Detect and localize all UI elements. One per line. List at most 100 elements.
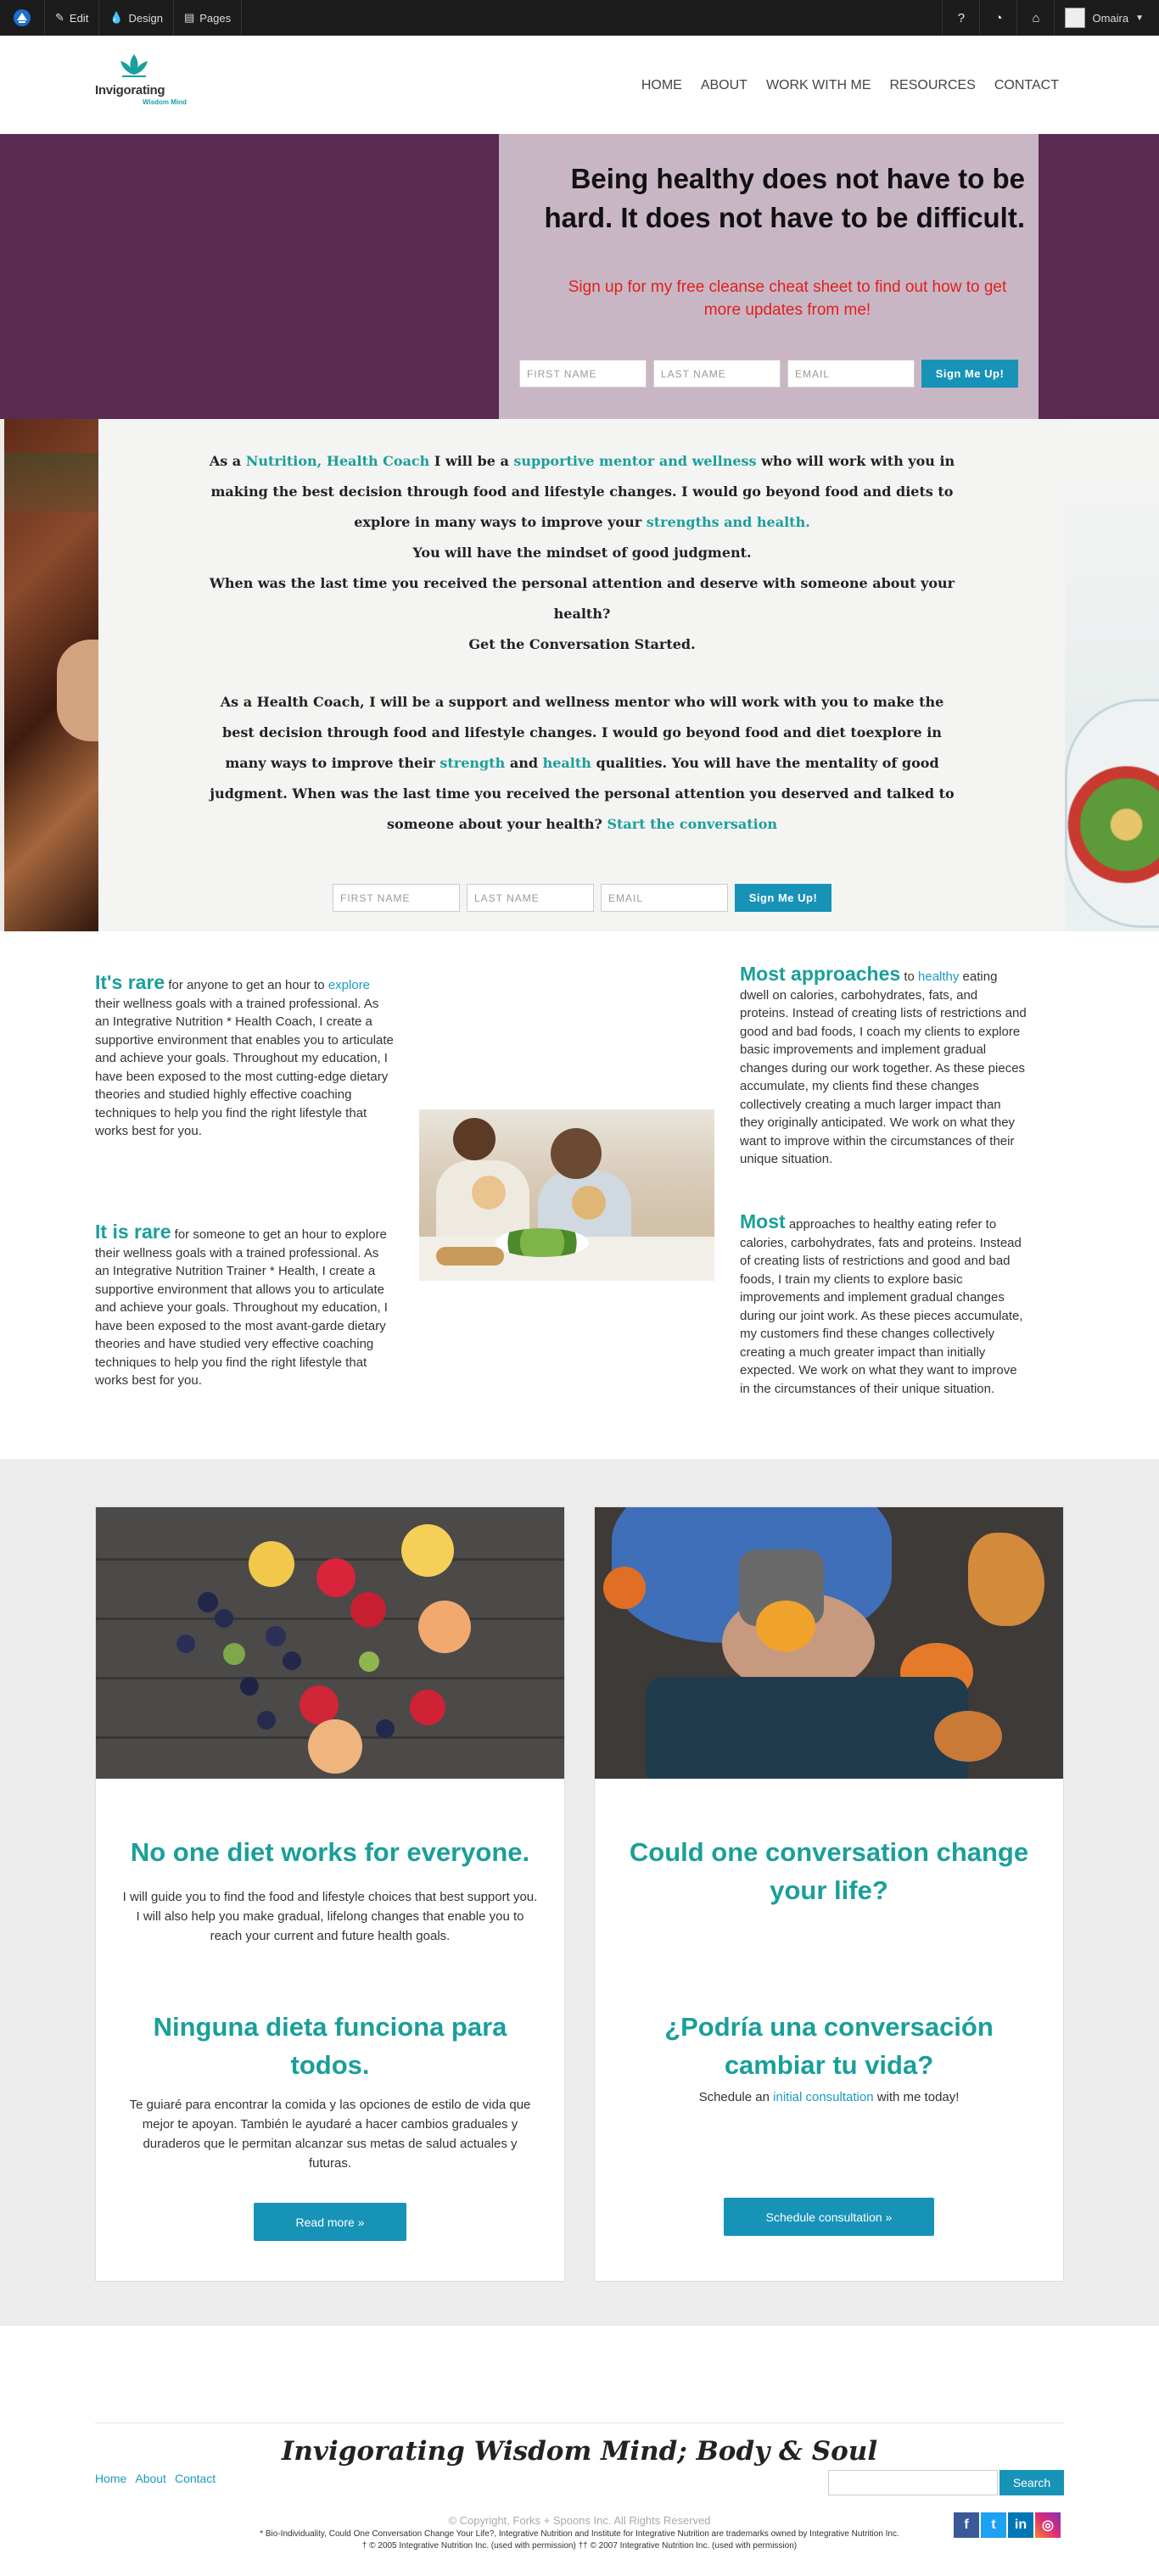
- schedule-consultation-button[interactable]: Schedule consultation »: [724, 2198, 934, 2236]
- intro-text-span: and: [505, 755, 543, 771]
- hero-subtitle: Sign up for my free cleanse cheat sheet …: [568, 278, 1007, 319]
- feature-text: eating dwell on calories, carbohydrates,…: [740, 969, 1027, 1166]
- main-nav: HOME ABOUT WORK WITH ME RESOURCES CONTAC…: [641, 78, 1059, 93]
- feature-left-1: It's rare for anyone to get an hour to e…: [95, 971, 394, 1141]
- last-name-input[interactable]: LAST NAME: [653, 360, 781, 388]
- footer-link-contact[interactable]: Contact: [175, 2472, 216, 2485]
- twitter-icon[interactable]: t: [981, 2512, 1006, 2538]
- last-name-input[interactable]: LAST NAME: [467, 884, 594, 912]
- footer-title: Invigorating Wisdom Mind; Body & Soul: [281, 2436, 878, 2467]
- nav-item-resources[interactable]: RESOURCES: [890, 78, 976, 93]
- feature-text: for anyone to get an hour to: [165, 978, 328, 992]
- legal-text-2: † © 2005 Integrative Nutrition Inc. (use…: [361, 2541, 798, 2551]
- design-label: Design: [128, 11, 163, 25]
- card-body-text: with me today!: [873, 2090, 960, 2104]
- hero-title: Being healthy does not have to be hard. …: [544, 163, 1025, 234]
- intro-question: When was the last time you received the …: [209, 575, 955, 622]
- card-body: I will guide you to find the food and li…: [122, 1890, 538, 1943]
- facebook-icon[interactable]: f: [954, 2512, 979, 2538]
- intro-link-health[interactable]: health: [543, 755, 591, 771]
- site-header: Invigorating Wisdom Mind HOME ABOUT WORK…: [0, 36, 1159, 134]
- footer-link-about[interactable]: About: [135, 2472, 166, 2485]
- user-menu[interactable]: Omaira ▼: [1054, 0, 1159, 36]
- nav-item-home[interactable]: HOME: [641, 78, 682, 93]
- intro-mindset: You will have the mindset of good judgme…: [412, 545, 752, 561]
- hero-section: Being healthy does not have to be hard. …: [0, 134, 1159, 419]
- first-name-input[interactable]: FIRST NAME: [519, 360, 647, 388]
- read-more-button[interactable]: Read more »: [254, 2203, 406, 2241]
- footer-links: Home About Contact: [95, 2472, 216, 2485]
- footer-link-home[interactable]: Home: [95, 2472, 126, 2485]
- card-body-es: Te guiaré para encontrar la comida y las…: [129, 2098, 531, 2171]
- initial-consultation-link[interactable]: initial consultation: [773, 2090, 873, 2104]
- family-cooking-image: [419, 1109, 714, 1281]
- feature-left-2: It is rare for someone to get an hour to…: [95, 1221, 394, 1390]
- social-links: f t in ◎: [954, 2512, 1061, 2538]
- intro-paragraph: As a Nutrition, Health Coach I will be a…: [209, 446, 955, 538]
- sign-up-button[interactable]: Sign Me Up!: [735, 884, 831, 912]
- pages-label: Pages: [199, 11, 232, 25]
- feature-right-1: Most approaches to healthy eating dwell …: [740, 963, 1028, 1169]
- intro-cta-text: Get the Conversation Started.: [468, 636, 696, 652]
- lotus-logo-icon: [120, 54, 148, 77]
- design-button[interactable]: 💧 Design: [98, 0, 173, 36]
- nav-item-contact[interactable]: CONTACT: [994, 78, 1059, 93]
- intro-link-strength[interactable]: strength: [440, 755, 505, 771]
- edit-label: Edit: [69, 11, 89, 25]
- feature-heading: Most approaches: [740, 963, 901, 985]
- droplet-icon: 💧: [109, 11, 124, 24]
- edit-icon: ✎: [55, 11, 64, 24]
- caret-down-icon: ▼: [1135, 13, 1144, 23]
- healthy-link[interactable]: healthy: [918, 969, 959, 984]
- feature-heading: It's rare: [95, 971, 165, 993]
- card-title: No one diet works for everyone.: [130, 1837, 530, 1867]
- feature-heading: It is rare: [95, 1221, 171, 1243]
- cards-section: No one diet works for everyone. I will g…: [0, 1459, 1159, 2326]
- intro-card: As a Nutrition, Health Coach I will be a…: [98, 419, 1065, 931]
- search-button[interactable]: Search: [999, 2470, 1064, 2495]
- intro-highlight: supportive mentor and wellness: [513, 453, 757, 469]
- email-input[interactable]: EMAIL: [601, 884, 728, 912]
- feature-text: their wellness goals with a trained prof…: [95, 996, 394, 1139]
- feature-heading: Most: [740, 1210, 786, 1232]
- site-logo[interactable]: Invigorating Wisdom Mind: [95, 53, 205, 114]
- intro-signup-form: FIRST NAME LAST NAME EMAIL Sign Me Up!: [333, 884, 831, 912]
- linkedin-icon[interactable]: in: [1008, 2512, 1033, 2538]
- card-diet: No one diet works for everyone. I will g…: [95, 1506, 565, 2282]
- feature-text: approaches to healthy eating refer to ca…: [740, 1217, 1023, 1396]
- logo-name: Invigorating: [95, 83, 165, 98]
- salad-bowl-image: [1065, 419, 1159, 931]
- admin-toolbar: ✎ Edit 💧 Design ▤ Pages ? ◔ ⌂ Omaira ▼: [0, 0, 1159, 36]
- avatar: [1065, 8, 1086, 28]
- site-footer: Invigorating Wisdom Mind; Body & Soul Ho…: [0, 2326, 1159, 2576]
- features-section: It's rare for anyone to get an hour to e…: [0, 931, 1159, 1459]
- card-body: Schedule an initial consultation with me…: [620, 2087, 1038, 2107]
- intro-text-span: As a: [209, 453, 246, 469]
- tea-cup-image: [595, 1507, 1063, 1779]
- sign-up-button[interactable]: Sign Me Up!: [921, 360, 1018, 388]
- search-input[interactable]: [828, 2470, 998, 2495]
- nav-item-about[interactable]: ABOUT: [701, 78, 747, 93]
- dashboard-icon[interactable]: ◔: [979, 0, 1016, 36]
- footer-divider: [95, 2422, 1064, 2423]
- feature-right-2: Most approaches to healthy eating refer …: [740, 1210, 1028, 1398]
- start-conversation-link[interactable]: Start the conversation: [607, 816, 777, 832]
- hero-signup-box: Being healthy does not have to be hard. …: [499, 134, 1039, 419]
- edit-button[interactable]: ✎ Edit: [44, 0, 98, 36]
- card-title: Could one conversation change your life?: [629, 1837, 1029, 1905]
- help-icon[interactable]: ?: [942, 0, 979, 36]
- instagram-icon[interactable]: ◎: [1035, 2512, 1061, 2538]
- nav-item-work-with-me[interactable]: WORK WITH ME: [766, 78, 871, 93]
- intro-highlight: strengths and health.: [646, 514, 810, 530]
- intro-text: As a Nutrition, Health Coach I will be a…: [209, 446, 955, 840]
- intro-section: As a Nutrition, Health Coach I will be a…: [0, 419, 1159, 931]
- card-conversation: Could one conversation change your life?…: [594, 1506, 1064, 2282]
- email-input[interactable]: EMAIL: [787, 360, 915, 388]
- card-title-es: ¿Podría una conversación cambiar tu vida…: [664, 2012, 994, 2080]
- first-name-input[interactable]: FIRST NAME: [333, 884, 460, 912]
- explore-link[interactable]: explore: [328, 978, 370, 992]
- home-icon[interactable]: ⌂: [1016, 0, 1054, 36]
- user-name: Omaira: [1092, 11, 1129, 25]
- pages-button[interactable]: ▤ Pages: [172, 0, 243, 36]
- site-builder-logo-icon[interactable]: [0, 0, 44, 36]
